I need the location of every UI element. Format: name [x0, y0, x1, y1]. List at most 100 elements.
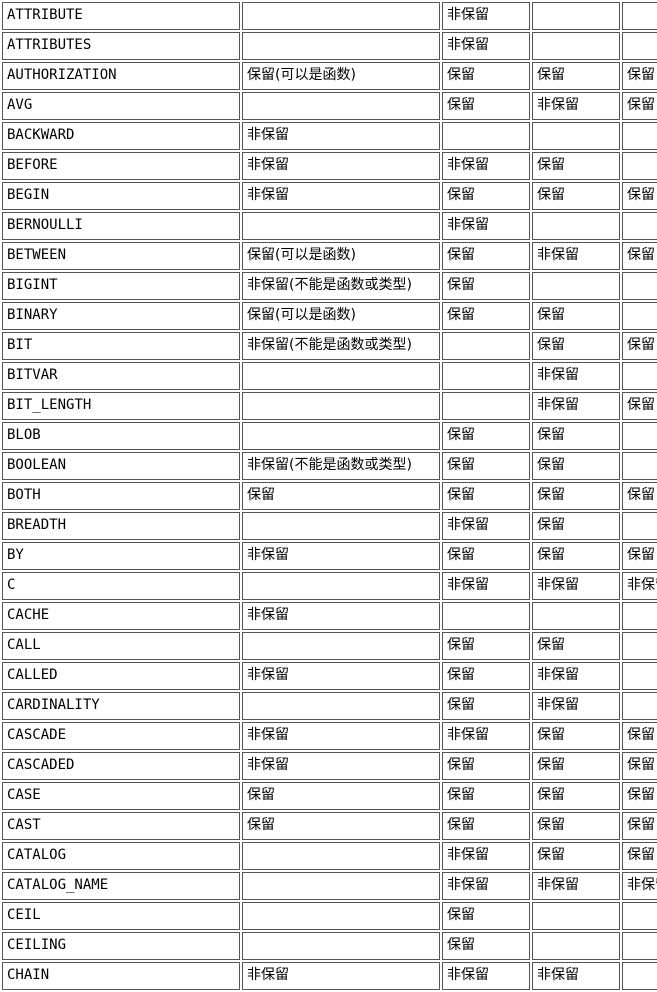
- status-cell-col5: 非保留: [622, 572, 657, 600]
- status-cell-col2: [242, 92, 440, 120]
- status-cell-col3: 非保留: [442, 212, 530, 240]
- status-cell-col4: 保留: [532, 542, 620, 570]
- table-row: CEIL 保留: [2, 902, 657, 930]
- status-cell-col5: [622, 902, 657, 930]
- status-cell-col3: 非保留: [442, 32, 530, 60]
- status-cell-col3: 非保留: [442, 512, 530, 540]
- table-row: CAST 保留 保留 保留 保留: [2, 812, 657, 840]
- keyword-cell: BOTH: [2, 482, 240, 510]
- keyword-cell: CALL: [2, 632, 240, 660]
- status-cell-col2: [242, 692, 440, 720]
- table-row: BITVAR 非保留: [2, 362, 657, 390]
- table-row: BIT_LENGTH 非保留 保留: [2, 392, 657, 420]
- status-cell-col5: [622, 602, 657, 630]
- keyword-cell: AVG: [2, 92, 240, 120]
- status-cell-col4: 非保留: [532, 572, 620, 600]
- status-cell-col4: [532, 932, 620, 960]
- table-row: BEFORE 非保留 非保留 保留: [2, 152, 657, 180]
- table-row: BIGINT 非保留(不能是函数或类型) 保留: [2, 272, 657, 300]
- table-row: BERNOULLI 非保留: [2, 212, 657, 240]
- status-cell-col4: 保留: [532, 152, 620, 180]
- status-cell-col5: [622, 452, 657, 480]
- status-cell-col5: [622, 632, 657, 660]
- keyword-cell: CEIL: [2, 902, 240, 930]
- status-cell-col5: [622, 932, 657, 960]
- table-row: CHAIN 非保留 非保留 非保留: [2, 962, 657, 990]
- keyword-cell: CAST: [2, 812, 240, 840]
- status-cell-col4: [532, 602, 620, 630]
- status-cell-col5: [622, 272, 657, 300]
- status-cell-col3: 非保留: [442, 572, 530, 600]
- status-cell-col5: 保留: [622, 722, 657, 750]
- status-cell-col4: 保留: [532, 482, 620, 510]
- status-cell-col3: [442, 332, 530, 360]
- status-cell-col4: 非保留: [532, 662, 620, 690]
- status-cell-col3: [442, 122, 530, 150]
- status-cell-col5: [622, 152, 657, 180]
- status-cell-col3: 非保留: [442, 152, 530, 180]
- status-cell-col2: [242, 392, 440, 420]
- table-row: CASE 保留 保留 保留 保留: [2, 782, 657, 810]
- status-cell-col3: 保留: [442, 902, 530, 930]
- status-cell-col3: 保留: [442, 692, 530, 720]
- status-cell-col4: [532, 32, 620, 60]
- keyword-cell: BETWEEN: [2, 242, 240, 270]
- keyword-cell: BEFORE: [2, 152, 240, 180]
- keyword-cell: BEGIN: [2, 182, 240, 210]
- keyword-cell: CEILING: [2, 932, 240, 960]
- status-cell-col2: 保留: [242, 482, 440, 510]
- status-cell-col3: 保留: [442, 422, 530, 450]
- status-cell-col3: 保留: [442, 452, 530, 480]
- status-cell-col3: [442, 362, 530, 390]
- keyword-cell: BINARY: [2, 302, 240, 330]
- status-cell-col4: 保留: [532, 302, 620, 330]
- status-cell-col2: [242, 512, 440, 540]
- table-row: CARDINALITY 保留 非保留: [2, 692, 657, 720]
- status-cell-col2: 非保留(不能是函数或类型): [242, 332, 440, 360]
- status-cell-col3: [442, 602, 530, 630]
- table-row: BLOB 保留 保留: [2, 422, 657, 450]
- keyword-cell: BLOB: [2, 422, 240, 450]
- keyword-cell: BERNOULLI: [2, 212, 240, 240]
- status-cell-col2: [242, 422, 440, 450]
- status-cell-col3: 保留: [442, 302, 530, 330]
- status-cell-col3: 保留: [442, 272, 530, 300]
- keyword-cell: BIGINT: [2, 272, 240, 300]
- status-cell-col5: [622, 32, 657, 60]
- status-cell-col2: 非保留(不能是函数或类型): [242, 272, 440, 300]
- status-cell-col3: 保留: [442, 752, 530, 780]
- table-row: AVG 保留 非保留 保留: [2, 92, 657, 120]
- status-cell-col4: 保留: [532, 632, 620, 660]
- status-cell-col4: 保留: [532, 812, 620, 840]
- status-cell-col4: 非保留: [532, 392, 620, 420]
- table-row: AUTHORIZATION 保留(可以是函数) 保留 保留 保留: [2, 62, 657, 90]
- status-cell-col5: 保留: [622, 482, 657, 510]
- status-cell-col4: 保留: [532, 842, 620, 870]
- status-cell-col5: [622, 2, 657, 30]
- status-cell-col5: 保留: [622, 782, 657, 810]
- table-row: CASCADE 非保留 非保留 保留 保留: [2, 722, 657, 750]
- table-row: CALL 保留 保留: [2, 632, 657, 660]
- status-cell-col2: [242, 32, 440, 60]
- status-cell-col4: 非保留: [532, 362, 620, 390]
- keyword-cell: BIT_LENGTH: [2, 392, 240, 420]
- table-body: ATTRIBUTE 非保留 ATTRIBUTES 非保留 AUTHORIZATION 保留…: [2, 2, 657, 990]
- status-cell-col2: [242, 842, 440, 870]
- status-cell-col5: [622, 422, 657, 450]
- status-cell-col5: 保留: [622, 542, 657, 570]
- table-row: ATTRIBUTE 非保留: [2, 2, 657, 30]
- status-cell-col2: [242, 362, 440, 390]
- status-cell-col4: [532, 272, 620, 300]
- table-row: BREADTH 非保留 保留: [2, 512, 657, 540]
- status-cell-col2: 非保留: [242, 662, 440, 690]
- status-cell-col4: 保留: [532, 182, 620, 210]
- status-cell-col3: 非保留: [442, 2, 530, 30]
- status-cell-col3: 保留: [442, 482, 530, 510]
- table-row: BIT 非保留(不能是函数或类型) 保留 保留: [2, 332, 657, 360]
- keyword-cell: CATALOG: [2, 842, 240, 870]
- status-cell-col3: 保留: [442, 182, 530, 210]
- table-row: BEGIN 非保留 保留 保留 保留: [2, 182, 657, 210]
- status-cell-col5: 保留: [622, 842, 657, 870]
- status-cell-col2: 非保留: [242, 602, 440, 630]
- status-cell-col3: 保留: [442, 662, 530, 690]
